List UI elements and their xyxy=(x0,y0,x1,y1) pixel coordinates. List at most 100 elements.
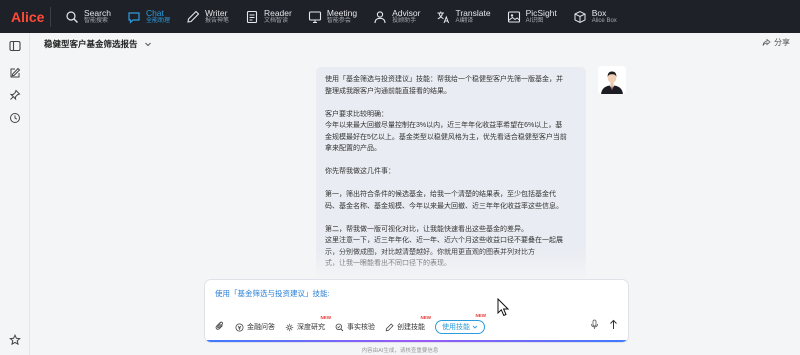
new-badge: NEW xyxy=(475,313,487,318)
chat-icon xyxy=(127,10,141,24)
use-skill-label: 使用技能 xyxy=(442,324,470,331)
composer-input[interactable]: 使用「基金筛选与投资建议」技能: xyxy=(215,288,330,299)
box-icon xyxy=(573,10,587,24)
arrow-up-icon xyxy=(610,319,617,329)
picsight-icon xyxy=(507,10,521,24)
nav-item-title: Advisor xyxy=(392,7,421,18)
composer-toolbar: 金融问答 深度研究 NEW 事实核验 创建技能 NEW 使用技能 NEW xyxy=(215,313,486,336)
chevron-down-icon xyxy=(472,325,478,329)
translate-icon xyxy=(436,10,450,24)
conversation-header: 稳健型客户基金筛选报告 分享 xyxy=(31,33,800,55)
nav-item-meeting[interactable]: Meeting 智能参会 xyxy=(302,0,367,33)
scroll-fade-overlay xyxy=(200,250,630,280)
nav-item-subtitle: AI翻译 xyxy=(455,17,474,24)
star-icon[interactable] xyxy=(8,333,22,347)
microphone-icon[interactable] xyxy=(590,317,599,335)
message-line: 拿来配置的产品。 xyxy=(325,145,381,152)
message-line: 第一，筛出符合条件的候选基金，给我一个清楚的结果表，至少包括基金代 xyxy=(325,191,556,198)
search-icon xyxy=(65,10,79,24)
writer-icon xyxy=(186,10,200,24)
message-text: 使用「基金筛选与投资建议」技能：帮我给一个稳健型客户先筛一版基金，并 整理成我跟客… xyxy=(325,74,576,270)
new-badge: NEW xyxy=(320,315,332,320)
top-nav-bar: Alice Search 智能搜索 Chat 全能助理 Writer 报告神笔 Reader… xyxy=(0,0,800,33)
message-line: 金规模最好在5亿以上。基金类型以稳健风格为主，优先看适合稳健型客户当前 xyxy=(325,133,567,141)
tool-finance-qa[interactable]: 金融问答 xyxy=(235,322,275,332)
ai-disclaimer: 内容由AI生成，请核查重要信息 xyxy=(361,348,439,354)
nav-item-title: Reader xyxy=(263,7,292,18)
nav-item-reader[interactable]: Reader 文档智读 xyxy=(239,0,302,33)
nav-item-title: Box xyxy=(591,7,607,18)
app-logo[interactable]: Alice xyxy=(0,9,50,25)
reader-icon xyxy=(245,10,259,24)
mouse-cursor-icon xyxy=(497,297,511,322)
message-line xyxy=(325,155,576,167)
create-skill-icon xyxy=(385,322,394,331)
nav-item-text: Advisor 投顾助手 xyxy=(392,7,421,24)
nav-item-subtitle: 智能参会 xyxy=(326,17,351,24)
nav-item-search[interactable]: Search 智能搜索 xyxy=(59,0,121,33)
nav-item-title: Meeting xyxy=(326,7,358,18)
nav-item-writer[interactable]: Writer 报告神笔 xyxy=(180,0,239,33)
history-icon[interactable] xyxy=(8,111,22,125)
nav-item-box[interactable]: Box Alice Box xyxy=(567,0,627,33)
sidebar-toggle-icon[interactable] xyxy=(8,39,22,53)
tool-fact-check[interactable]: 事实核验 xyxy=(335,322,375,332)
message-line: 客户要求比较明确： xyxy=(325,110,388,118)
message-composer: 使用「基金筛选与投资建议」技能: 金融问答 深度研究 NEW 事实核验 创建技能… xyxy=(204,279,629,343)
message-line: 今年以来最大回撤尽量控制在3%以内，近三年年化收益率希望在6%以上，基 xyxy=(325,122,563,129)
message-line: 第二，帮我做一版可视化对比，让我能快速看出这些基金的差异。 xyxy=(325,225,528,233)
message-line xyxy=(325,212,576,224)
user-avatar xyxy=(598,66,626,94)
nav-item-subtitle: Alice Box xyxy=(591,17,617,24)
message-line: 你先帮我做这几件事： xyxy=(325,168,395,175)
message-line: 整理成我跟客户沟通前能直接看的结果。 xyxy=(325,87,451,95)
nav-item-translate[interactable]: Translate AI翻译 xyxy=(430,0,500,33)
nav-item-advisor[interactable]: Advisor 投顾助手 xyxy=(367,0,430,33)
message-line: 使用「基金筛选与投资建议」技能：帮我给一个稳健型客户先筛一版基金，并 xyxy=(325,76,563,83)
new-badge: NEW xyxy=(420,315,432,320)
nav-divider xyxy=(50,6,51,27)
nav-item-title: PicSight xyxy=(525,7,557,18)
nav-item-text: Box Alice Box xyxy=(591,7,617,24)
finance-qa-icon xyxy=(235,323,244,331)
nav-item-subtitle: 报告神笔 xyxy=(204,17,229,24)
tool-create-skill[interactable]: 创建技能 NEW xyxy=(385,315,431,332)
message-line xyxy=(325,178,576,190)
share-button[interactable]: 分享 xyxy=(762,37,790,48)
tool-label: 深度研究 xyxy=(297,324,325,331)
message-line xyxy=(325,97,576,109)
fact-check-icon xyxy=(335,323,344,331)
nav-item-title: Search xyxy=(84,7,111,18)
send-button[interactable] xyxy=(609,317,618,335)
new-chat-icon[interactable] xyxy=(8,66,22,80)
chevron-down-icon[interactable] xyxy=(144,35,152,53)
nav-item-text: Reader 文档智读 xyxy=(263,7,292,24)
deep-research-icon xyxy=(285,323,294,331)
message-line: 码、基金名称、基金规模、今年以来最大回撤、近三年年化收益率这些信息。 xyxy=(325,202,563,210)
nav-item-subtitle: 智能搜索 xyxy=(84,17,109,24)
nav-item-title: Writer xyxy=(204,7,228,18)
attach-icon[interactable] xyxy=(215,318,225,336)
advisor-icon xyxy=(373,10,387,24)
nav-item-picsight[interactable]: PicSight AI识图 xyxy=(501,0,567,33)
tool-deep-research[interactable]: 深度研究 NEW xyxy=(285,315,331,332)
tool-label: 创建技能 xyxy=(397,324,425,331)
nav-item-text: Chat 全能助理 xyxy=(145,7,170,24)
nav-item-text: PicSight AI识图 xyxy=(525,7,557,24)
use-skill-button[interactable]: 使用技能 NEW xyxy=(435,313,486,334)
left-sidebar xyxy=(0,33,30,355)
nav-item-chat[interactable]: Chat 全能助理 xyxy=(121,0,180,33)
nav-item-subtitle: 投顾助手 xyxy=(392,17,417,24)
nav-item-text: Translate AI翻译 xyxy=(455,8,490,24)
message-line: 这里注意一下，近三年年化、近一年、近六个月这些收益口径不要叠在一起展 xyxy=(325,237,563,244)
nav-item-text: Writer 报告神笔 xyxy=(204,7,229,24)
nav-items: Search 智能搜索 Chat 全能助理 Writer 报告神笔 Reader 文档智读 Me… xyxy=(59,0,627,33)
meeting-icon xyxy=(308,10,322,24)
pin-icon[interactable] xyxy=(8,88,22,102)
nav-item-title: Chat xyxy=(145,7,164,18)
tool-label: 金融问答 xyxy=(247,324,275,331)
nav-item-subtitle: 全能助理 xyxy=(145,17,170,24)
nav-item-text: Meeting 智能参会 xyxy=(326,7,358,24)
conversation-title[interactable]: 稳健型客户基金筛选报告 xyxy=(44,38,138,50)
share-label: 分享 xyxy=(774,38,790,47)
